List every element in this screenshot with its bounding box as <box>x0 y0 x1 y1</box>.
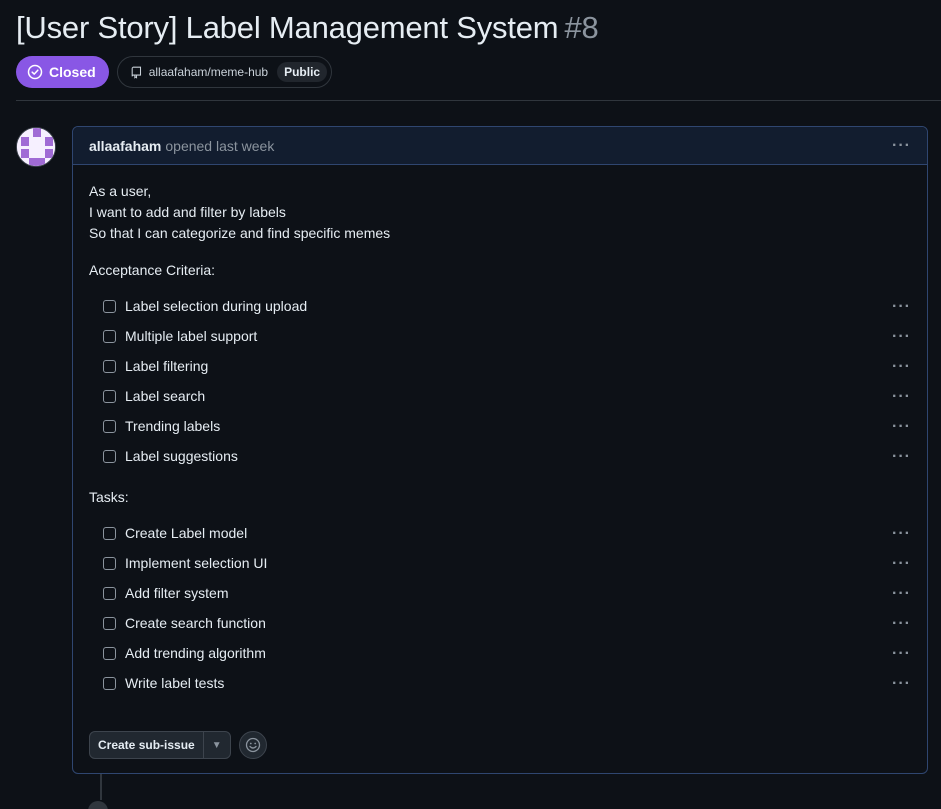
issue-meta-row: Closed allaafaham/meme-hub Public <box>16 56 333 88</box>
task-label: Implement selection UI <box>125 554 268 571</box>
avatar[interactable] <box>16 127 56 167</box>
kebab-horizontal-icon[interactable]: ··· <box>892 137 911 155</box>
kebab-horizontal-icon[interactable]: ··· <box>892 523 911 544</box>
triangle-down-icon[interactable]: ▼ <box>204 732 230 758</box>
kebab-horizontal-icon[interactable]: ··· <box>892 553 911 574</box>
comment-body: As a user, I want to add and filter by l… <box>73 165 927 698</box>
issue-number: #8 <box>564 10 599 45</box>
repo-icon <box>131 66 141 79</box>
comment-header: allaafaham opened last week ··· <box>73 127 927 165</box>
task-checkbox[interactable] <box>103 299 116 313</box>
task-checkbox[interactable] <box>103 586 116 600</box>
task-label: Label suggestions <box>125 447 238 464</box>
kebab-horizontal-icon[interactable]: ··· <box>892 673 911 694</box>
task-label: Create Label model <box>125 524 248 541</box>
task-checkbox[interactable] <box>103 359 116 373</box>
task-checkbox[interactable] <box>103 556 116 570</box>
kebab-horizontal-icon[interactable]: ··· <box>892 643 911 664</box>
task-checkbox[interactable] <box>103 646 116 660</box>
intro-line: So that I can categorize and find specif… <box>89 225 391 241</box>
kebab-horizontal-icon[interactable]: ··· <box>892 613 911 634</box>
task-label: Trending labels <box>125 417 221 434</box>
task-label: Write label tests <box>125 674 225 691</box>
task-list-item: Create Label model ··· <box>89 518 911 548</box>
task-list-item: Label selection during upload ··· <box>89 291 911 321</box>
header-divider <box>16 100 941 101</box>
task-checkbox[interactable] <box>103 389 116 403</box>
issue-title: [User Story] Label Management System #8 <box>16 10 599 46</box>
timeline-event-badge <box>88 801 108 809</box>
task-list-item: Multiple label support ··· <box>89 321 911 351</box>
task-checkbox[interactable] <box>103 449 116 463</box>
check-circle-icon <box>27 64 43 80</box>
task-label: Label selection during upload <box>125 297 308 314</box>
issue-state-label: Closed <box>49 64 96 80</box>
visibility-badge: Public <box>277 62 328 82</box>
task-list-item: Implement selection UI ··· <box>89 548 911 578</box>
task-label: Label filtering <box>125 357 209 374</box>
timeline-connector <box>100 774 102 800</box>
task-checkbox[interactable] <box>103 329 116 343</box>
task-label: Multiple label support <box>125 327 258 344</box>
task-checkbox[interactable] <box>103 676 116 690</box>
acceptance-criteria-list: Label selection during upload ··· Multip… <box>89 291 911 471</box>
task-label: Create search function <box>125 614 266 631</box>
task-list-item: Write label tests ··· <box>89 668 911 698</box>
acceptance-criteria-heading: Acceptance Criteria: <box>89 262 216 278</box>
intro-line: As a user, <box>89 183 152 199</box>
tasks-heading: Tasks: <box>89 489 129 505</box>
task-list-item: Create search function ··· <box>89 608 911 638</box>
comment-actions: Create sub-issue ▼ <box>89 731 267 759</box>
comment-author-link[interactable]: allaafaham <box>89 138 161 154</box>
task-checkbox[interactable] <box>103 419 116 433</box>
task-list-item: Label filtering ··· <box>89 351 911 381</box>
task-label: Add trending algorithm <box>125 644 266 661</box>
intro-line: I want to add and filter by labels <box>89 204 286 220</box>
create-subissue-split-button: Create sub-issue ▼ <box>89 731 231 759</box>
tasks-list: Create Label model ··· Implement selecti… <box>89 518 911 698</box>
task-label: Label search <box>125 387 206 404</box>
task-list-item: Label suggestions ··· <box>89 441 911 471</box>
repo-name-link[interactable]: allaafaham/meme-hub <box>149 65 268 79</box>
task-list-item: Trending labels ··· <box>89 411 911 441</box>
smiley-icon <box>245 737 260 753</box>
kebab-horizontal-icon[interactable]: ··· <box>892 416 911 437</box>
task-checkbox[interactable] <box>103 616 116 630</box>
intro-text: As a user, I want to add and filter by l… <box>89 181 911 244</box>
create-subissue-button[interactable]: Create sub-issue <box>90 732 204 758</box>
kebab-horizontal-icon[interactable]: ··· <box>892 583 911 604</box>
kebab-horizontal-icon[interactable]: ··· <box>892 446 911 467</box>
task-label: Add filter system <box>125 584 229 601</box>
identicon-avatar-icon <box>17 128 55 166</box>
repo-pill[interactable]: allaafaham/meme-hub Public <box>116 56 333 88</box>
issue-state-badge: Closed <box>16 56 109 88</box>
add-reaction-button[interactable] <box>238 731 267 759</box>
kebab-horizontal-icon[interactable]: ··· <box>892 326 911 347</box>
kebab-horizontal-icon[interactable]: ··· <box>892 386 911 407</box>
task-list-item: Label search ··· <box>89 381 911 411</box>
task-checkbox[interactable] <box>103 526 116 540</box>
comment-opened-text[interactable]: opened last week <box>165 138 274 154</box>
task-list-item: Add trending algorithm ··· <box>89 638 911 668</box>
task-list-item: Add filter system ··· <box>89 578 911 608</box>
kebab-horizontal-icon[interactable]: ··· <box>892 356 911 377</box>
kebab-horizontal-icon[interactable]: ··· <box>892 296 911 317</box>
issue-title-text: [User Story] Label Management System <box>16 10 559 45</box>
issue-comment: allaafaham opened last week ··· As a use… <box>72 126 928 774</box>
